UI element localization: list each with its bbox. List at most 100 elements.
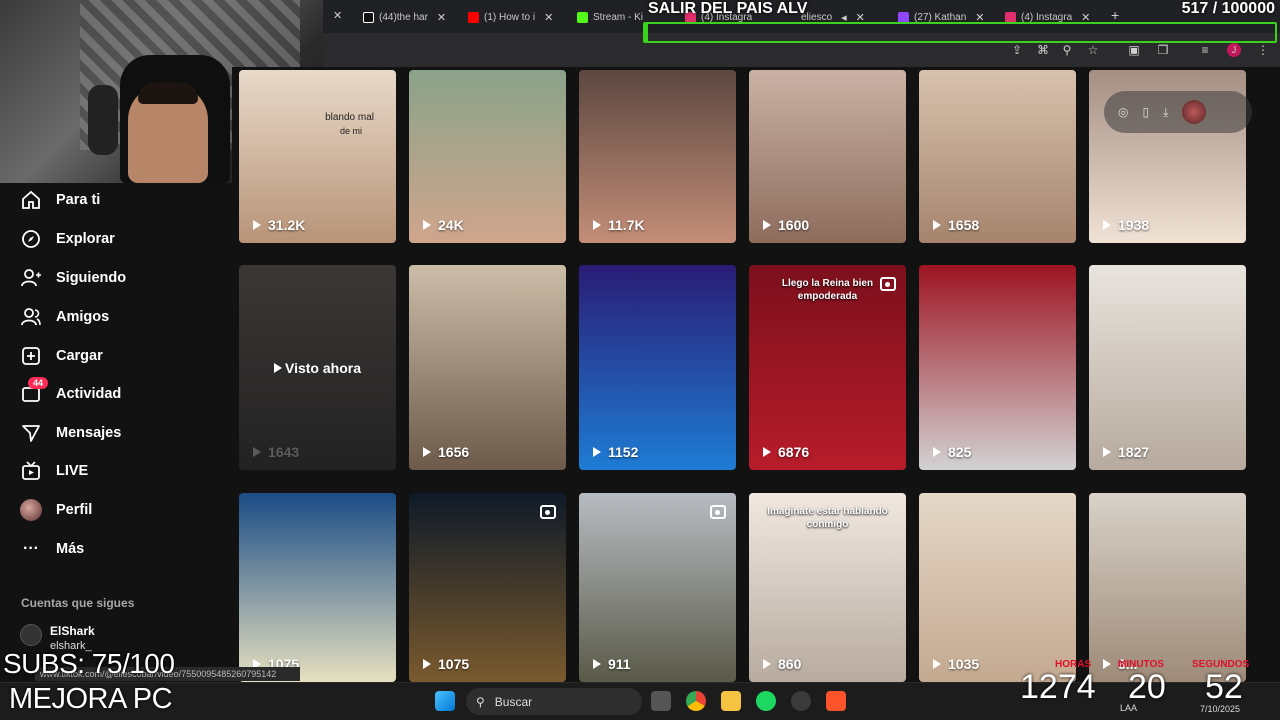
profile-avatar-icon[interactable]: J	[1227, 43, 1241, 57]
creator-avatar[interactable]	[1182, 100, 1207, 124]
bookmark-star-icon[interactable]: ☆	[1086, 43, 1100, 57]
video-card[interactable]: 1658	[919, 70, 1076, 243]
youtube-icon	[468, 11, 479, 23]
video-card[interactable]: Imaginate estar hablando conmigo 860	[749, 493, 906, 682]
video-card[interactable]: 24K	[409, 70, 566, 243]
search-icon: ⚲	[476, 694, 485, 709]
spotify-icon[interactable]	[756, 691, 776, 711]
phone-icon[interactable]: ▯	[1142, 105, 1149, 119]
video-card[interactable]: 1827	[1089, 265, 1246, 470]
view-count-value: 24K	[438, 217, 464, 233]
file-explorer-icon[interactable]	[721, 691, 741, 711]
app-icon[interactable]	[791, 691, 811, 711]
sidebar-item-mas[interactable]: ··· Más	[20, 534, 84, 564]
windows-start-icon[interactable]	[435, 691, 455, 711]
video-card[interactable]: 1035	[919, 493, 1076, 682]
sidebar-item-siguiendo[interactable]: Siguiendo	[20, 263, 126, 293]
play-icon	[1103, 220, 1111, 230]
puzzle-icon[interactable]: ❒	[1156, 43, 1170, 57]
translate-icon[interactable]: ⌘	[1036, 43, 1050, 57]
home-icon	[20, 189, 42, 211]
tab-label: (4) Instagra	[1021, 11, 1073, 23]
close-icon[interactable]: ✕	[544, 11, 553, 24]
goal-title: SALIR DEL PAIS ALV	[648, 0, 808, 17]
subs-counter: SUBS: 75/100	[3, 648, 175, 679]
menu-icon[interactable]: ⋮	[1256, 43, 1270, 57]
close-icon[interactable]: ✕	[437, 11, 446, 24]
video-card[interactable]: 825	[919, 265, 1076, 470]
view-count: 31.2K	[253, 217, 305, 233]
video-card[interactable]: 11.7K	[579, 70, 736, 243]
play-icon	[593, 220, 601, 230]
tiktok-icon	[363, 11, 374, 23]
keyboard-language[interactable]: LAA	[1120, 702, 1137, 714]
screen: ✕ (44)the har ✕ (1) How to i ✕ Stream - …	[0, 0, 1280, 720]
view-count-value: 11.7K	[608, 217, 645, 233]
speed-icon[interactable]: ◎	[1118, 105, 1128, 119]
play-icon	[423, 220, 431, 230]
brave-icon[interactable]	[826, 691, 846, 711]
video-card[interactable]: 911	[579, 493, 736, 682]
chrome-icon[interactable]	[686, 691, 706, 711]
sidebar-item-amigos[interactable]: Amigos	[20, 302, 109, 332]
more-icon: ···	[23, 540, 39, 557]
tab-label: (1) How to i	[484, 11, 536, 23]
play-icon	[593, 659, 601, 669]
sidebar-item-para-ti[interactable]: Para ti	[20, 185, 100, 215]
watched-now-text: Visto ahora	[285, 359, 361, 376]
zoom-icon[interactable]: ⚲	[1060, 43, 1074, 57]
download-icon[interactable]: ⤓	[1163, 105, 1168, 120]
view-count-value: 1656	[438, 444, 470, 460]
stream-banner: MEJORA PC	[9, 683, 173, 715]
playlist-icon[interactable]: ≡	[1198, 43, 1212, 57]
video-caption: de mi	[339, 126, 362, 136]
timer-hours: 1274	[1020, 668, 1096, 706]
video-card[interactable]: 1075	[409, 493, 566, 682]
task-view-icon[interactable]	[651, 691, 671, 711]
photo-post-icon	[880, 277, 896, 291]
video-card[interactable]: Llego la Reina bien empoderada 6876	[749, 265, 906, 470]
compass-icon	[20, 228, 42, 250]
view-count-value: 1075	[438, 656, 470, 672]
sidebar-item-cargar[interactable]: Cargar	[20, 341, 103, 371]
view-count-value: 825	[948, 444, 972, 460]
video-card[interactable]: 1600	[749, 70, 906, 243]
video-card[interactable]: 8...	[1089, 493, 1246, 682]
browser-tab[interactable]: (1) How to i ✕	[468, 5, 578, 29]
photo-post-icon	[540, 505, 556, 519]
view-count: 11.7K	[593, 217, 645, 233]
video-card[interactable]: 1152	[579, 265, 736, 470]
video-card[interactable]: 1075	[239, 493, 396, 682]
play-icon	[763, 220, 771, 230]
sidebar: Para ti Explorar Siguiendo Amigos Cargar	[0, 183, 232, 720]
sidebar-item-perfil[interactable]: Perfil	[20, 495, 92, 525]
play-icon	[423, 447, 431, 457]
tab-close-icon[interactable]: ✕	[333, 9, 342, 22]
sidebar-item-live[interactable]: LIVE	[20, 456, 88, 486]
video-caption: blando mal	[325, 112, 374, 123]
view-count-value: 1035	[948, 656, 980, 672]
sidebar-item-actividad[interactable]: 44 Actividad	[20, 377, 121, 409]
twitch-icon	[898, 11, 909, 23]
browser-tab[interactable]: (44)the har ✕	[363, 5, 473, 29]
view-count-value: 1152	[608, 444, 639, 460]
view-count: 1600	[763, 217, 809, 233]
view-count: 911	[593, 656, 631, 672]
play-icon	[423, 659, 431, 669]
play-icon	[1103, 447, 1111, 457]
video-card[interactable]: 1656	[409, 265, 566, 470]
video-card[interactable]: blando mal de mi 31.2K	[239, 70, 396, 243]
extension-icon[interactable]: ▣	[1127, 43, 1141, 57]
send-icon	[20, 422, 42, 444]
new-tab-icon[interactable]: +	[1111, 7, 1119, 23]
goal-count: 517 / 100000	[1181, 0, 1275, 17]
video-card[interactable]: Visto ahora 1643	[239, 265, 396, 470]
account-name: ElShark	[50, 624, 95, 638]
cast-icon[interactable]: ⇪	[1010, 43, 1024, 57]
view-count: 6876	[763, 444, 809, 460]
sidebar-item-mensajes[interactable]: Mensajes	[20, 418, 121, 448]
taskbar-search[interactable]: ⚲ Buscar	[466, 688, 642, 715]
instagram-icon	[1005, 11, 1016, 23]
sidebar-item-label: Siguiendo	[56, 270, 127, 286]
sidebar-item-explorar[interactable]: Explorar	[20, 224, 115, 254]
